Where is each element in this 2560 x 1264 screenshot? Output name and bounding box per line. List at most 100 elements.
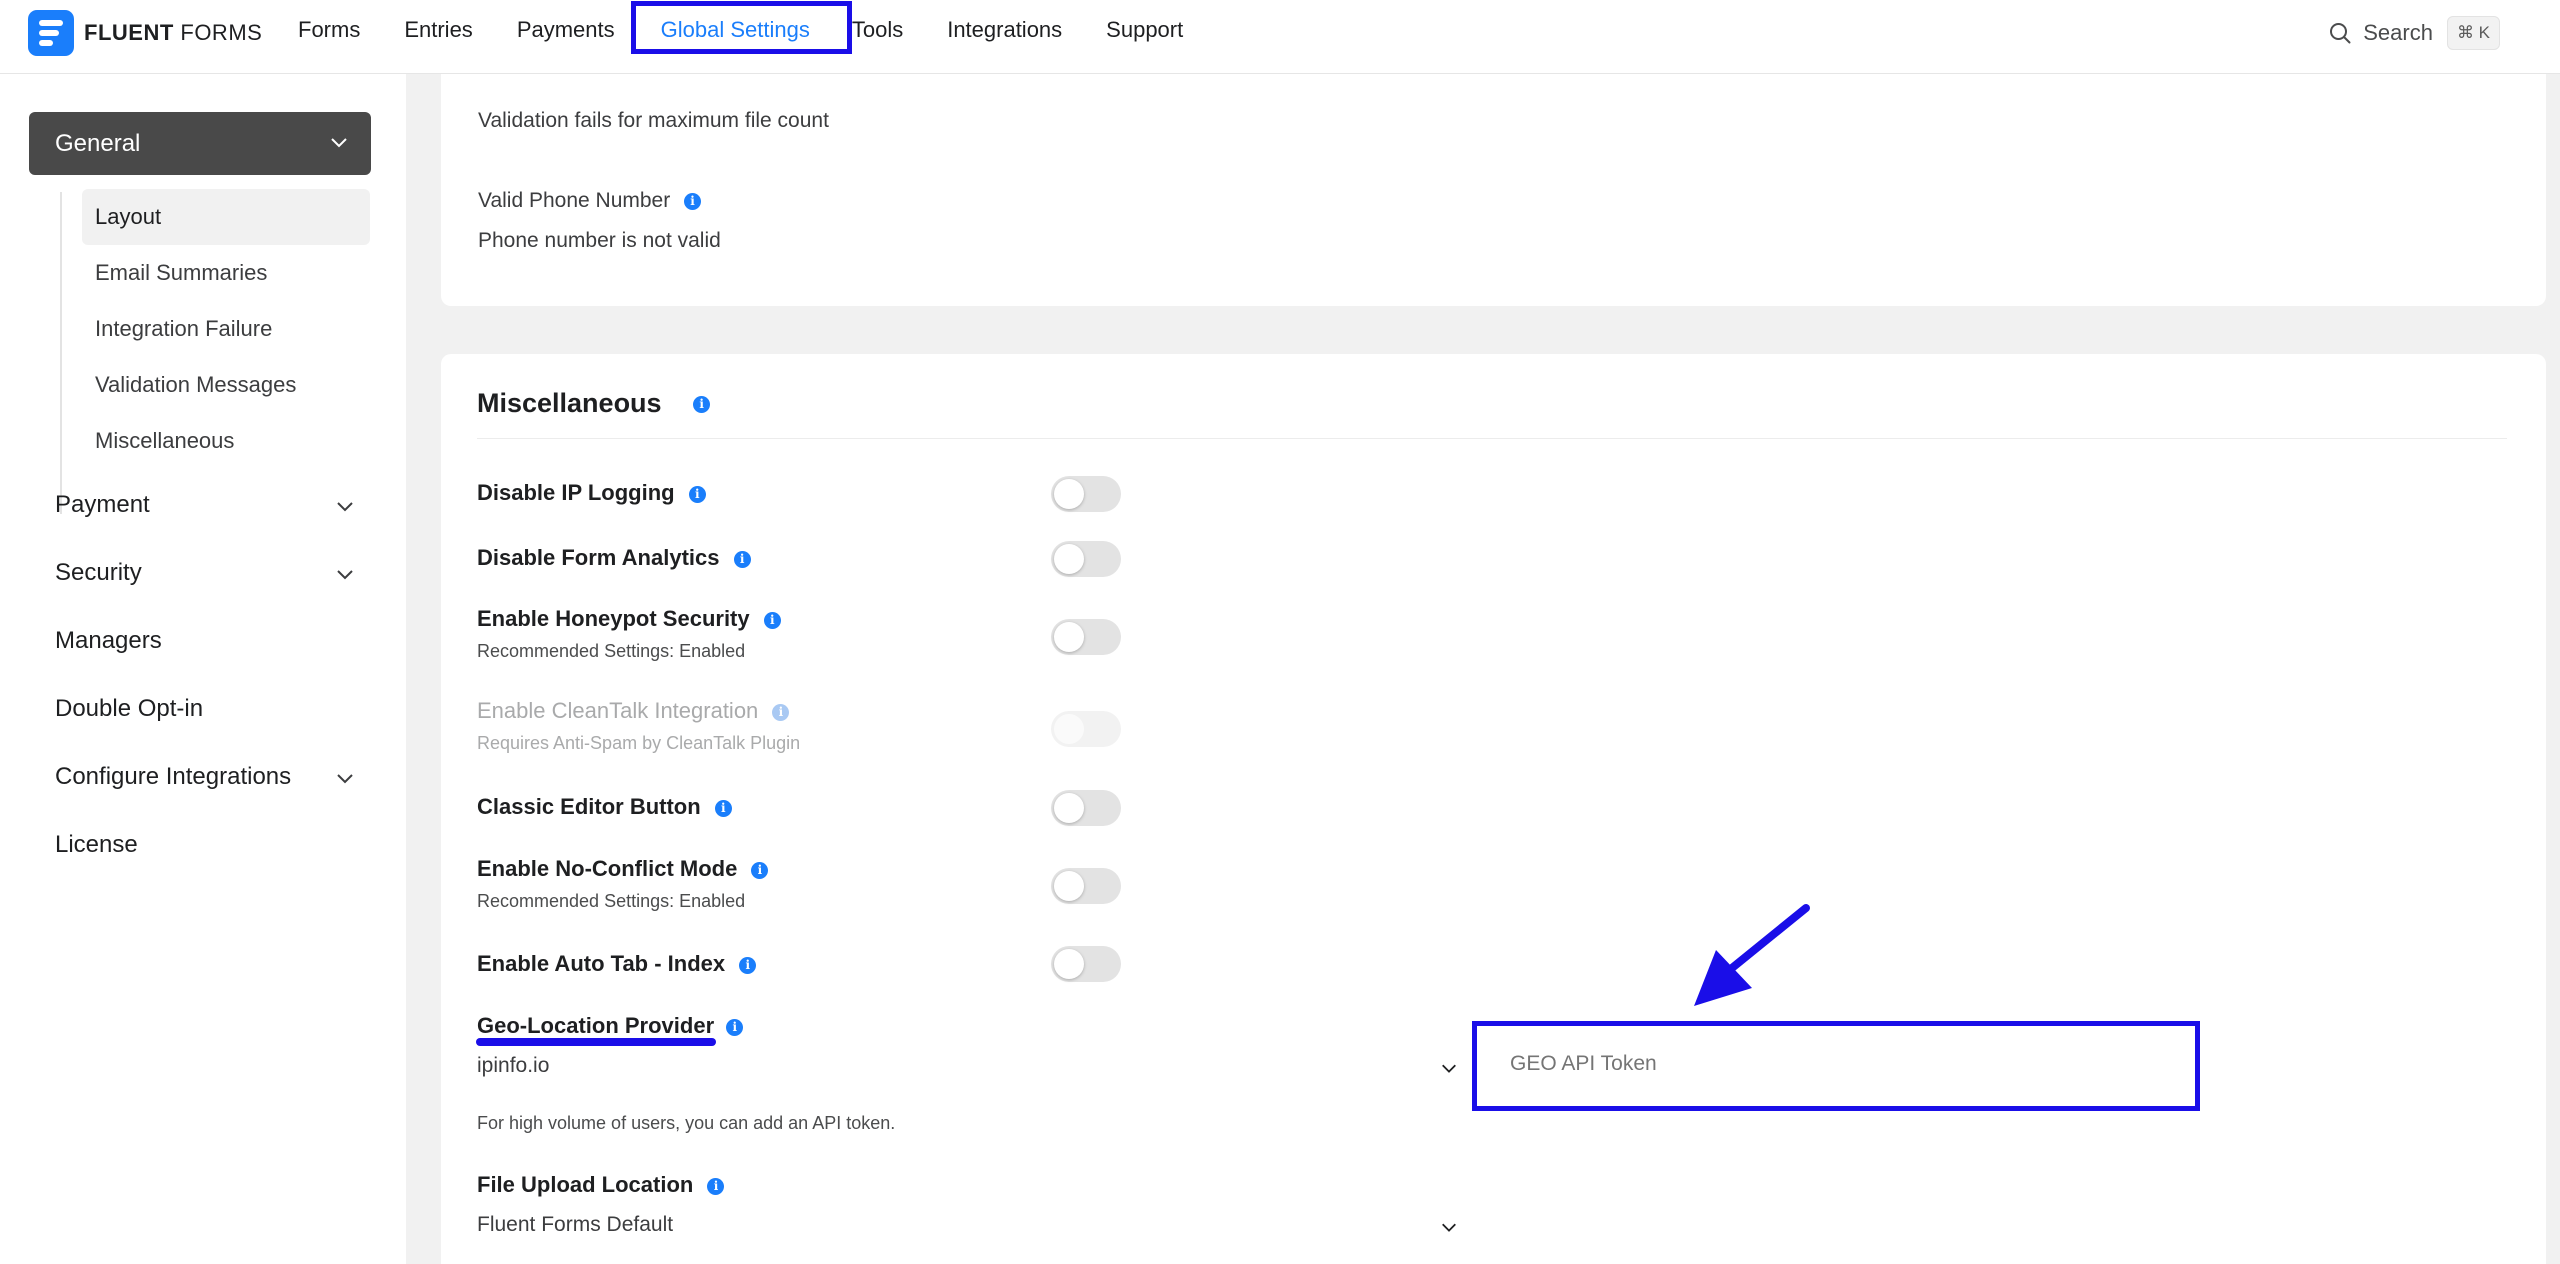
toggle-knob	[1054, 949, 1084, 979]
option-classic-editor-label: Classic Editor Button i	[477, 794, 732, 820]
section-title-text: Miscellaneous	[477, 388, 662, 418]
option-disable-form-analytics-label: Disable Form Analytics i	[477, 545, 751, 571]
option-label-text: Classic Editor Button	[477, 794, 701, 819]
nav-support[interactable]: Support	[1106, 17, 1183, 43]
info-icon[interactable]: i	[733, 550, 751, 568]
file-upload-location-select[interactable]: Fluent Forms Default	[477, 1203, 1462, 1247]
sidebar-item-security[interactable]: Security	[55, 553, 355, 593]
cleantalk-requirement: Requires Anti-Spam by CleanTalk Plugin	[477, 733, 801, 753]
option-label-text: File Upload Location	[477, 1172, 694, 1197]
chevron-down-icon	[1442, 1223, 1456, 1232]
chevron-down-icon	[337, 502, 353, 512]
enable-honeypot-toggle[interactable]	[1051, 619, 1121, 655]
honeypot-recommendation: Recommended Settings: Enabled	[477, 641, 746, 661]
option-label-text: Enable No-Conflict Mode	[477, 856, 738, 881]
chevron-down-icon	[337, 570, 353, 580]
sidebar-item-label: General	[55, 129, 141, 157]
toggle-knob	[1054, 544, 1084, 574]
sidebar-item-managers[interactable]: Managers	[55, 621, 355, 661]
geo-help-text: For high volume of users, you can add an…	[477, 1113, 896, 1133]
sidebar-item-label: Payment	[55, 491, 150, 518]
enable-cleantalk-toggle	[1051, 711, 1121, 747]
toggle-knob	[1054, 479, 1084, 509]
info-icon[interactable]: i	[763, 611, 781, 629]
option-label-text: Disable IP Logging	[477, 480, 675, 505]
valid-phone-label-text: Valid Phone Number	[478, 189, 671, 212]
no-conflict-toggle[interactable]	[1051, 868, 1121, 904]
sidebar-item-label: Configure Integrations	[55, 763, 292, 790]
max-file-count-message[interactable]: Validation fails for maximum file count	[478, 109, 829, 133]
sidebar-item-double-opt-in[interactable]: Double Opt-in	[55, 689, 355, 729]
info-icon[interactable]: i	[714, 799, 732, 817]
search-button[interactable]: Search ⌘ K	[2329, 14, 2500, 52]
info-icon[interactable]: i	[726, 1018, 744, 1036]
chevron-down-icon	[1442, 1064, 1456, 1073]
valid-phone-message[interactable]: Phone number is not valid	[478, 229, 721, 253]
auto-tab-index-toggle[interactable]	[1051, 946, 1121, 982]
chevron-down-icon	[337, 774, 353, 784]
disable-ip-logging-toggle[interactable]	[1051, 476, 1121, 512]
sidebar-item-label: Security	[55, 559, 142, 586]
search-icon	[2330, 23, 2351, 44]
chevron-down-icon	[331, 138, 347, 148]
no-conflict-recommendation: Recommended Settings: Enabled	[477, 891, 746, 911]
nav-integrations[interactable]: Integrations	[947, 17, 1062, 43]
select-value: Fluent Forms Default	[477, 1213, 674, 1236]
nav-tools[interactable]: Tools	[852, 17, 903, 43]
option-enable-cleantalk-label: Enable CleanTalk Integration i	[477, 698, 790, 724]
info-icon[interactable]: i	[688, 485, 706, 503]
option-label-text: Enable Auto Tab - Index	[477, 951, 726, 976]
sidebar-item-payment[interactable]: Payment	[55, 485, 355, 525]
section-title: Miscellaneous i	[477, 388, 711, 419]
sidebar-item-general[interactable]: General	[29, 112, 371, 175]
option-disable-ip-logging-label: Disable IP Logging i	[477, 480, 706, 506]
nav-payments[interactable]: Payments	[517, 17, 615, 43]
info-icon: i	[772, 703, 790, 721]
search-shortcut-badge: ⌘ K	[2446, 16, 2500, 50]
sidebar-item-label: Managers	[55, 627, 162, 654]
nav-forms[interactable]: Forms	[298, 17, 360, 43]
sidebar-item-license[interactable]: License	[55, 825, 355, 865]
sidebar-subitem-validation-messages[interactable]: Validation Messages	[82, 357, 370, 413]
sidebar-subitem-miscellaneous[interactable]: Miscellaneous	[82, 413, 370, 469]
sidebar-item-configure-integrations[interactable]: Configure Integrations	[55, 757, 355, 797]
nav-entries[interactable]: Entries	[404, 17, 472, 43]
submenu-tree-line	[60, 192, 62, 514]
info-icon[interactable]: i	[739, 956, 757, 974]
sidebar-item-label: Double Opt-in	[55, 695, 204, 722]
toggle-knob	[1054, 871, 1084, 901]
option-label-text: Geo-Location Provider	[477, 1013, 715, 1038]
option-no-conflict-label: Enable No-Conflict Mode i	[477, 856, 769, 882]
sidebar-item-label: License	[55, 831, 138, 858]
select-value: ipinfo.io	[477, 1054, 550, 1077]
sidebar-subitem-email-summaries[interactable]: Email Summaries	[82, 245, 370, 301]
settings-sidebar: General Layout Email Summaries Integrati…	[0, 74, 406, 1264]
file-upload-location-label: File Upload Location i	[477, 1172, 725, 1198]
fluent-forms-logo[interactable]: FLUENT FORMS	[28, 10, 262, 56]
info-icon[interactable]: i	[751, 861, 769, 879]
sidebar-subitem-layout[interactable]: Layout	[82, 189, 370, 245]
sidebar-subitem-integration-failure[interactable]: Integration Failure	[82, 301, 370, 357]
disable-form-analytics-toggle[interactable]	[1051, 541, 1121, 577]
geo-location-provider-label: Geo-Location Provider i	[477, 1013, 744, 1039]
geo-location-provider-select[interactable]: ipinfo.io	[477, 1044, 1462, 1088]
brand-name: FLUENT FORMS	[84, 20, 263, 45]
option-label-text: Enable Honeypot Security	[477, 606, 750, 631]
info-icon[interactable]: i	[707, 1177, 725, 1195]
option-enable-honeypot-label: Enable Honeypot Security i	[477, 606, 781, 632]
valid-phone-label: Valid Phone Number i	[478, 189, 702, 213]
info-icon[interactable]: i	[693, 396, 711, 414]
option-auto-tab-index-label: Enable Auto Tab - Index i	[477, 951, 757, 977]
toggle-knob	[1054, 714, 1084, 744]
classic-editor-toggle[interactable]	[1051, 790, 1121, 826]
search-label: Search	[2363, 20, 2433, 45]
geo-api-token-input[interactable]	[1510, 1052, 2110, 1076]
toggle-knob	[1054, 622, 1084, 652]
top-nav-bar: FLUENT FORMS Forms Entries Payments Glob…	[0, 0, 2560, 74]
arrow-annotation-icon	[1694, 904, 1810, 1006]
global-settings-highlight-annotation	[631, 1, 852, 54]
option-label-text: Enable CleanTalk Integration	[477, 698, 759, 723]
fluent-forms-logo-icon	[28, 10, 74, 56]
info-icon[interactable]: i	[684, 192, 702, 210]
option-label-text: Disable Form Analytics	[477, 545, 720, 570]
